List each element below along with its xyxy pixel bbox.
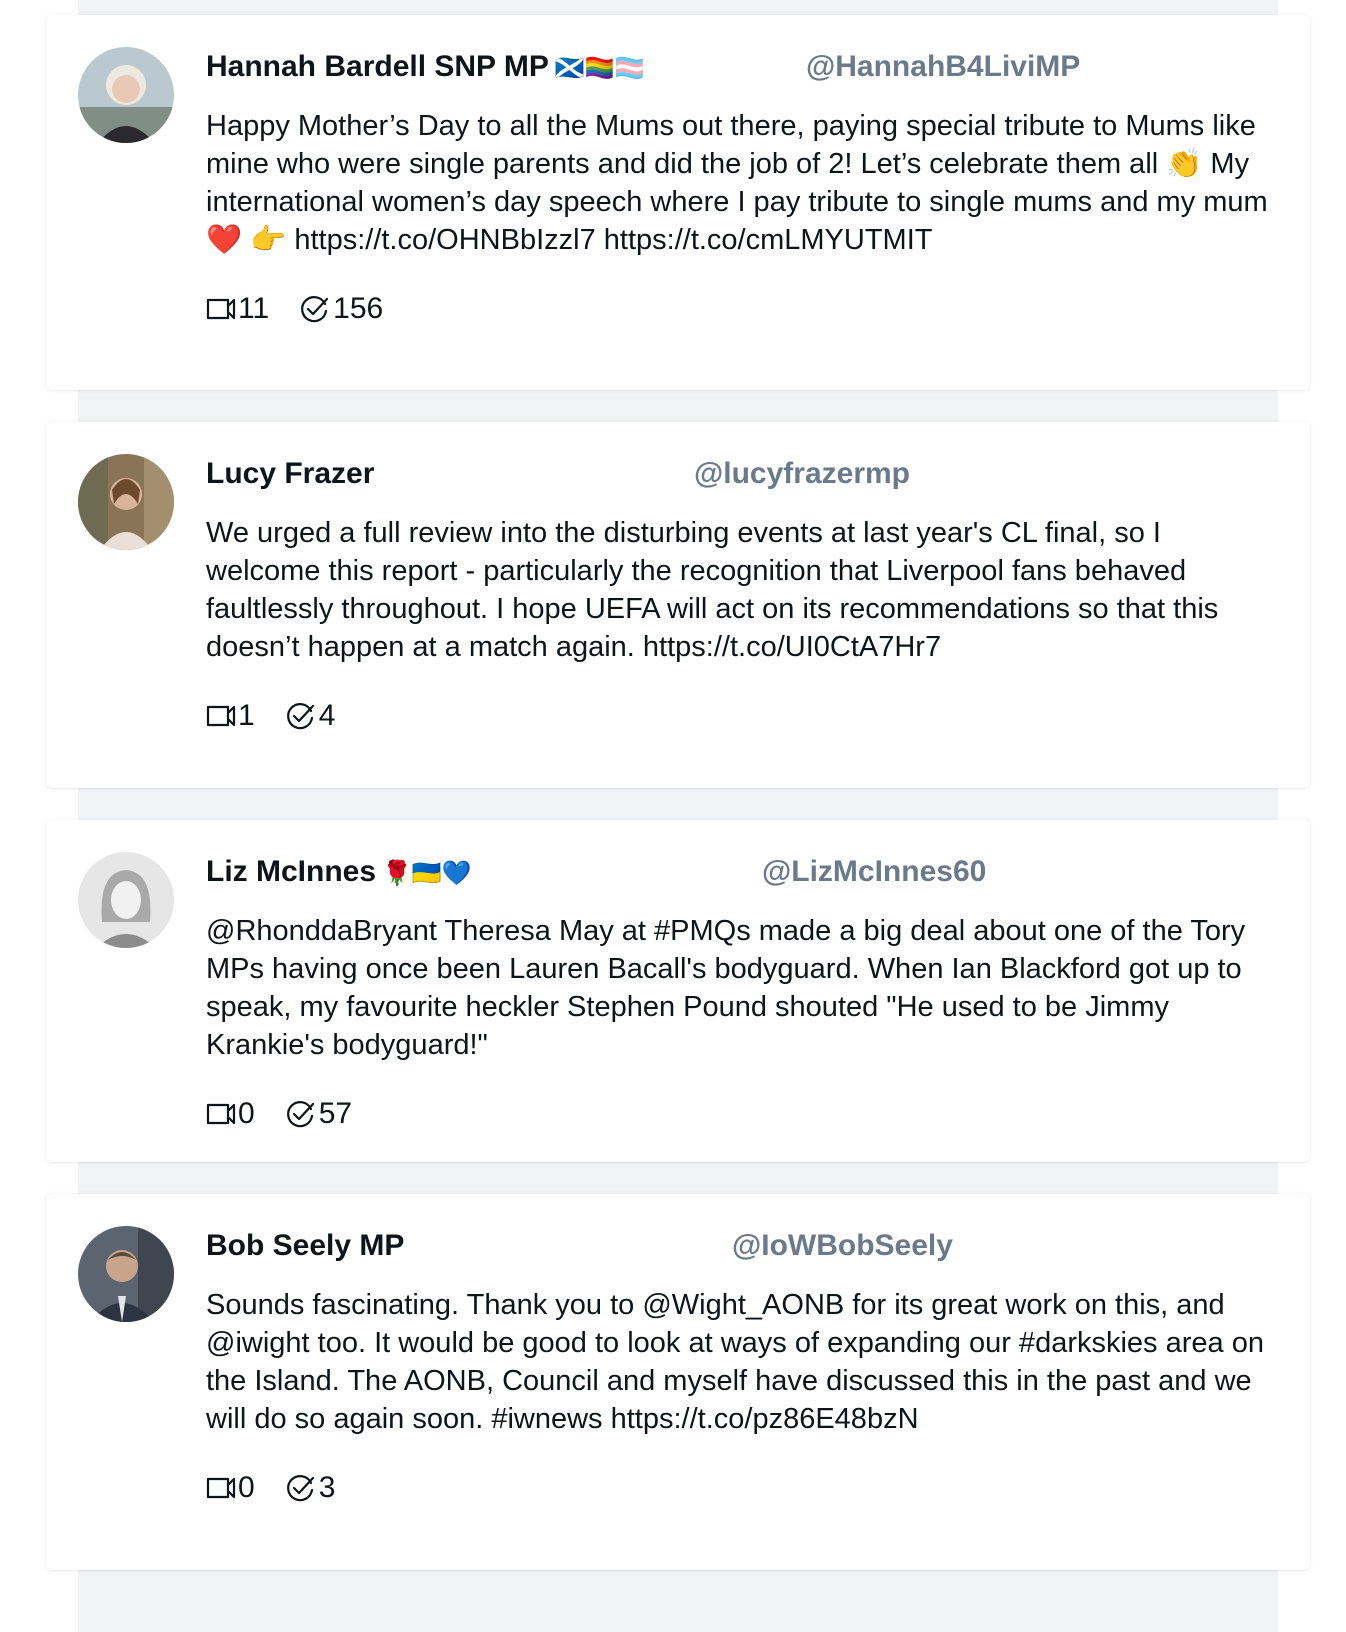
like-count[interactable]: 4 — [285, 698, 335, 734]
avatar[interactable] — [78, 47, 174, 143]
tweet-stats: 1 4 — [206, 698, 1270, 734]
author-name[interactable]: Bob Seely MP — [206, 1228, 410, 1265]
tweet-text: Happy Mother’s Day to all the Mums out t… — [206, 110, 1268, 256]
avatar[interactable] — [78, 852, 174, 948]
like-count[interactable]: 57 — [285, 1096, 352, 1132]
tweet-text: Sounds fascinating. Thank you to @Wight_… — [206, 1289, 1264, 1435]
flag-emoji: 🌹🇺🇦💙 — [382, 859, 472, 887]
tweet-feed: Hannah Bardell SNP MP 🏴󠁧󠁢󠁳󠁣󠁴󠁿🏳️‍🌈🏳️‍⚧️ @H… — [46, 15, 1310, 1570]
reply-icon — [206, 1103, 236, 1125]
tweet-stats: 0 57 — [206, 1096, 1270, 1132]
tweet-card[interactable]: Bob Seely MP @IoWBobSeely Sounds fascina… — [46, 1194, 1310, 1570]
tweet-text: We urged a full review into the disturbi… — [206, 517, 1219, 663]
reply-icon — [206, 1477, 236, 1499]
like-count[interactable]: 3 — [285, 1470, 335, 1506]
reply-count[interactable]: 1 — [206, 698, 255, 734]
avatar[interactable] — [78, 454, 174, 550]
tweet-card[interactable]: Hannah Bardell SNP MP 🏴󠁧󠁢󠁳󠁣󠁴󠁿🏳️‍🌈🏳️‍⚧️ @H… — [46, 15, 1310, 390]
reply-icon — [206, 298, 236, 320]
author-handle[interactable]: @lucyfrazermp — [694, 456, 910, 492]
author-name[interactable]: Hannah Bardell SNP MP 🏴󠁧󠁢󠁳󠁣󠁴󠁿🏳️‍🌈🏳️‍⚧️ — [206, 49, 645, 86]
avatar[interactable] — [78, 1226, 174, 1322]
flag-emoji: 🏴󠁧󠁢󠁳󠁣󠁴󠁿🏳️‍🌈🏳️‍⚧️ — [554, 54, 645, 82]
tweet-stats: 0 3 — [206, 1470, 1270, 1506]
reply-count[interactable]: 0 — [206, 1096, 255, 1132]
tweet-card[interactable]: Lucy Frazer @lucyfrazermp We urged a ful… — [46, 422, 1310, 788]
reply-count[interactable]: 0 — [206, 1470, 255, 1506]
like-count[interactable]: 156 — [299, 291, 383, 327]
author-handle[interactable]: @IoWBobSeely — [732, 1228, 953, 1264]
check-circle-icon — [286, 703, 314, 730]
check-circle-icon — [301, 296, 329, 323]
tweet-card[interactable]: Liz McInnes 🌹🇺🇦💙 @LizMcInnes60 @RhonddaBr… — [46, 820, 1310, 1162]
author-handle[interactable]: @LizMcInnes60 — [762, 854, 986, 890]
check-circle-icon — [286, 1475, 314, 1502]
author-name[interactable]: Liz McInnes 🌹🇺🇦💙 — [206, 854, 472, 891]
tweet-text: @RhonddaBryant Theresa May at #PMQs made… — [206, 915, 1246, 1061]
tweet-stats: 11 156 — [206, 291, 1270, 327]
check-circle-icon — [286, 1101, 314, 1128]
reply-count[interactable]: 11 — [206, 291, 269, 327]
reply-icon — [206, 705, 236, 727]
author-name[interactable]: Lucy Frazer — [206, 456, 380, 493]
author-handle[interactable]: @HannahB4LiviMP — [806, 49, 1080, 85]
